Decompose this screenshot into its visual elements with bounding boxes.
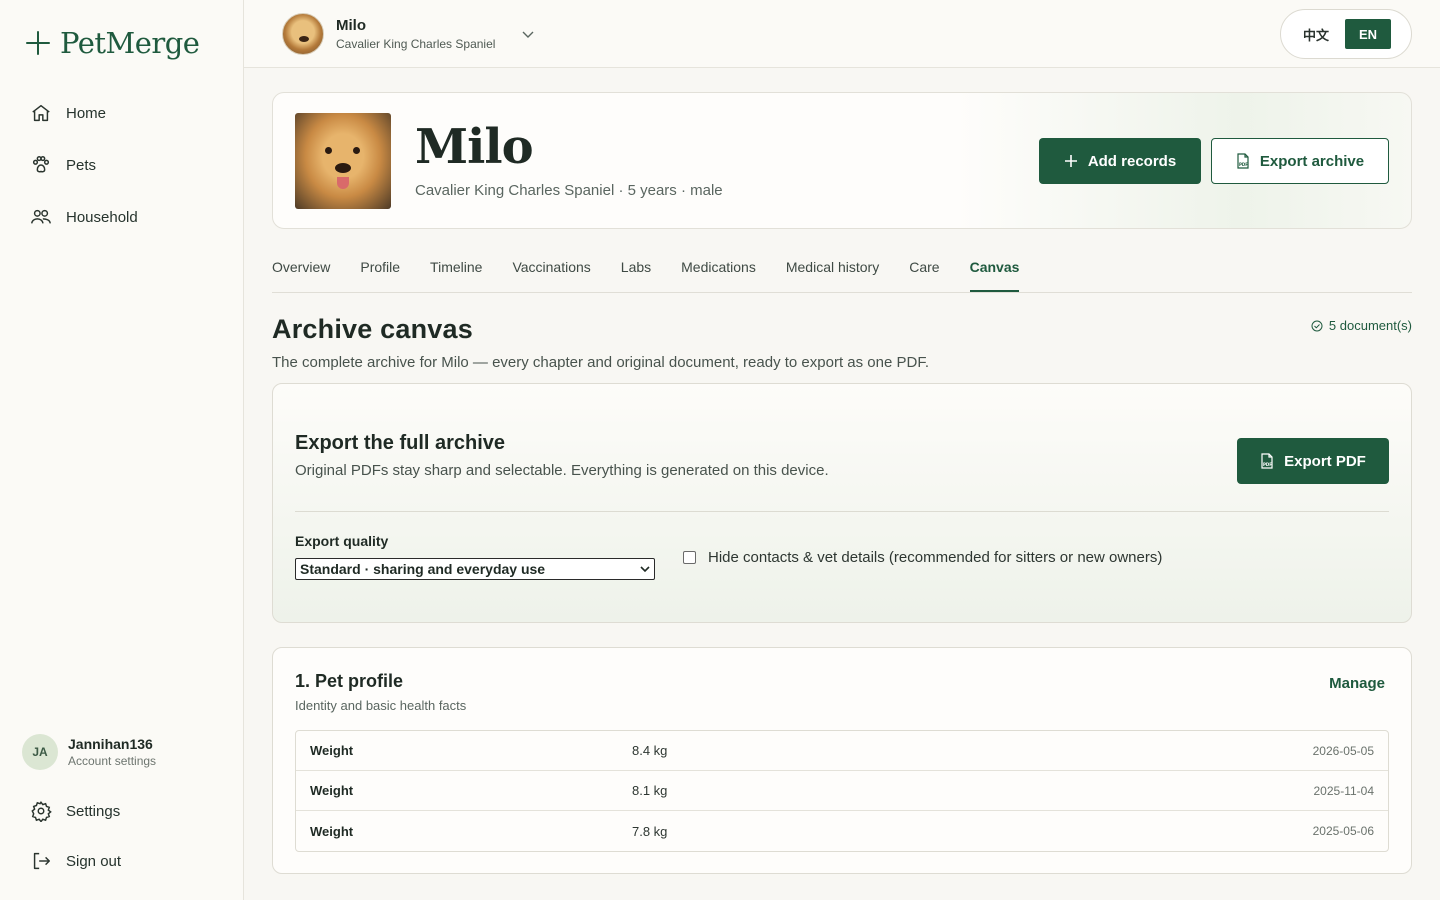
home-icon bbox=[32, 104, 50, 122]
export-subtitle: Original PDFs stay sharp and selectable.… bbox=[295, 462, 829, 479]
tab-medical-history[interactable]: Medical history bbox=[786, 252, 879, 292]
sidebar-item-label: Home bbox=[66, 104, 107, 122]
pet-switcher[interactable]: Milo Cavalier King Charles Spaniel bbox=[282, 13, 535, 55]
pet-meta: Cavalier King Charles Spaniel · 5 years … bbox=[415, 182, 723, 199]
table-row: Weight 7.8 kg 2025-05-06 bbox=[296, 811, 1388, 851]
hide-contacts-checkbox[interactable] bbox=[683, 551, 696, 564]
export-archive-label: Export archive bbox=[1259, 152, 1365, 170]
sidebar-item-pets[interactable]: Pets bbox=[30, 150, 138, 180]
export-quality-select[interactable]: Standard · sharing and everyday use bbox=[295, 558, 655, 580]
sign-out-label: Sign out bbox=[66, 852, 122, 870]
pet-name-title: Milo bbox=[415, 119, 534, 175]
pet-switcher-name: Milo bbox=[336, 17, 366, 34]
user-account[interactable]: JA Jannihan136 Account settings bbox=[22, 734, 156, 770]
hide-contacts-option[interactable]: Hide contacts & vet details (recommended… bbox=[683, 549, 1162, 566]
pet-profile-title: 1. Pet profile bbox=[295, 671, 404, 691]
sidebar-item-home[interactable]: Home bbox=[30, 98, 138, 128]
document-count-label: 5 document(s) bbox=[1328, 318, 1412, 333]
pet-tabs: Overview Profile Timeline Vaccinations L… bbox=[272, 252, 1412, 293]
settings-button[interactable]: Settings bbox=[30, 796, 121, 826]
pet-hero-card: Milo Cavalier King Charles Spaniel · 5 y… bbox=[272, 92, 1412, 229]
app-logo-text: PetMerge bbox=[60, 26, 200, 60]
pet-profile-subtitle: Identity and basic health facts bbox=[295, 698, 467, 713]
sidebar: PetMerge Home Pets Household JA Jannihan… bbox=[0, 0, 244, 900]
gear-icon bbox=[31, 801, 52, 822]
page-subtitle: The complete archive for Milo — every ch… bbox=[272, 354, 929, 371]
pdf-file-icon: PDF bbox=[1237, 153, 1249, 169]
sign-out-icon bbox=[33, 852, 50, 870]
language-switcher: 中文 EN bbox=[1280, 9, 1412, 59]
row-date: 2025-05-06 bbox=[1312, 824, 1374, 838]
hide-contacts-label: Hide contacts & vet details (recommended… bbox=[708, 549, 1163, 566]
sign-out-button[interactable]: Sign out bbox=[30, 846, 121, 876]
app-logo[interactable]: PetMerge bbox=[26, 26, 200, 60]
add-records-label: Add records bbox=[1087, 152, 1177, 170]
divider bbox=[295, 511, 1389, 512]
tab-labs[interactable]: Labs bbox=[621, 252, 651, 292]
tab-canvas[interactable]: Canvas bbox=[969, 252, 1020, 292]
plus-logo-icon bbox=[26, 31, 50, 55]
profile-table: Weight 8.4 kg 2026-05-05 Weight 8.1 kg 2… bbox=[295, 730, 1389, 852]
pet-photo bbox=[295, 113, 391, 209]
settings-label: Settings bbox=[66, 802, 121, 820]
pet-avatar bbox=[282, 13, 324, 55]
table-row: Weight 8.1 kg 2025-11-04 bbox=[296, 771, 1388, 811]
lang-zh-button[interactable]: 中文 bbox=[1293, 19, 1339, 49]
manage-link[interactable]: Manage bbox=[1329, 675, 1385, 692]
pet-profile-card: 1. Pet profile Identity and basic health… bbox=[272, 647, 1412, 874]
pet-switcher-breed: Cavalier King Charles Spaniel bbox=[336, 37, 496, 51]
sidebar-nav: Home Pets Household bbox=[30, 98, 138, 254]
export-pdf-button[interactable]: PDF Export PDF bbox=[1237, 438, 1389, 484]
user-name: Jannihan136 bbox=[68, 736, 153, 752]
paw-icon bbox=[32, 156, 50, 173]
main-content: Milo Cavalier King Charles Spaniel · 5 y… bbox=[272, 92, 1412, 874]
row-value: 8.4 kg bbox=[632, 743, 668, 758]
export-archive-button[interactable]: PDF Export archive bbox=[1211, 138, 1389, 184]
chevron-down-icon bbox=[522, 31, 534, 38]
sidebar-item-household[interactable]: Household bbox=[30, 202, 138, 232]
export-quality-label: Export quality bbox=[295, 533, 389, 549]
tab-overview[interactable]: Overview bbox=[272, 252, 330, 292]
export-pdf-label: Export PDF bbox=[1284, 452, 1366, 470]
tab-care[interactable]: Care bbox=[909, 252, 939, 292]
people-icon bbox=[31, 209, 51, 224]
svg-text:PDF: PDF bbox=[1263, 462, 1272, 467]
plus-icon bbox=[1064, 155, 1077, 167]
svg-text:PDF: PDF bbox=[1239, 162, 1248, 167]
row-date: 2025-11-04 bbox=[1313, 783, 1375, 798]
chevron-down-icon bbox=[640, 566, 650, 573]
topbar: Milo Cavalier King Charles Spaniel 中文 EN bbox=[244, 0, 1440, 68]
row-key: Weight bbox=[310, 783, 354, 798]
check-circle-icon bbox=[1311, 320, 1323, 331]
pdf-file-icon: PDF bbox=[1261, 453, 1273, 469]
page-title: Archive canvas bbox=[272, 314, 473, 344]
tab-medications[interactable]: Medications bbox=[681, 252, 756, 292]
tab-profile[interactable]: Profile bbox=[360, 252, 400, 292]
document-count-badge: 5 document(s) bbox=[1311, 318, 1412, 333]
account-settings-link[interactable]: Account settings bbox=[68, 754, 156, 768]
row-key: Weight bbox=[310, 823, 354, 839]
avatar: JA bbox=[22, 734, 58, 770]
table-row: Weight 8.4 kg 2026-05-05 bbox=[296, 731, 1388, 771]
lang-en-button[interactable]: EN bbox=[1345, 19, 1391, 49]
sidebar-footer: Settings Sign out bbox=[30, 796, 121, 896]
tab-vaccinations[interactable]: Vaccinations bbox=[512, 252, 590, 292]
sidebar-item-label: Pets bbox=[66, 156, 97, 174]
row-date: 2026-05-05 bbox=[1312, 743, 1374, 758]
add-records-button[interactable]: Add records bbox=[1039, 138, 1201, 184]
row-value: 7.8 kg bbox=[632, 823, 668, 839]
sidebar-item-label: Household bbox=[66, 208, 138, 226]
row-key: Weight bbox=[310, 743, 354, 758]
export-quality-value: Standard · sharing and everyday use bbox=[300, 561, 546, 577]
row-value: 8.1 kg bbox=[632, 783, 668, 798]
export-card: Export the full archive Original PDFs st… bbox=[272, 383, 1412, 623]
tab-timeline[interactable]: Timeline bbox=[430, 252, 482, 292]
export-title: Export the full archive bbox=[295, 432, 506, 454]
